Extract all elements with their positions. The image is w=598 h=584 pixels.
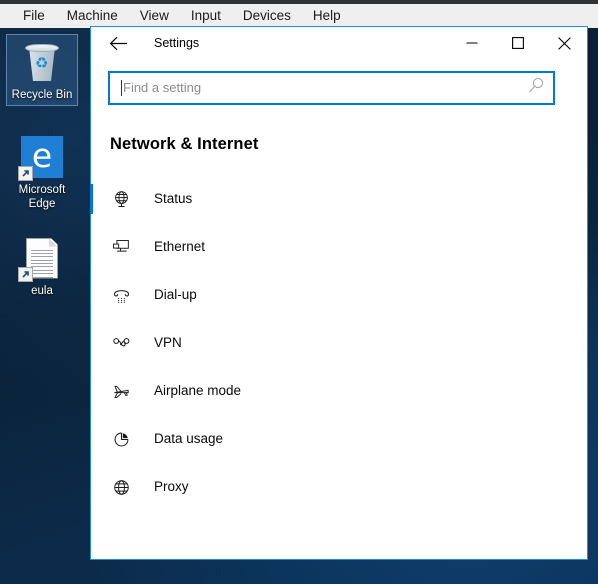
ethernet-icon	[110, 236, 132, 258]
nav-item-label: Dial-up	[154, 287, 197, 302]
back-arrow-icon[interactable]	[99, 27, 137, 59]
page-title: Settings	[154, 36, 200, 50]
nav-item-dial-up[interactable]: Dial-up	[91, 271, 587, 319]
vbox-menu-file[interactable]: File	[12, 5, 56, 27]
selection-indicator	[90, 184, 93, 214]
close-icon[interactable]	[541, 27, 587, 59]
nav-item-airplane-mode[interactable]: Airplane mode	[91, 367, 587, 415]
nav-item-data-usage[interactable]: Data usage	[91, 415, 587, 463]
microsoft-edge-icon: e	[18, 133, 66, 181]
shortcut-arrow-icon	[18, 267, 33, 282]
vbox-menu-devices[interactable]: Devices	[232, 5, 302, 27]
maximize-icon[interactable]	[495, 27, 541, 59]
vbox-menu-input[interactable]: Input	[180, 5, 232, 27]
desktop-icon-label: Recycle Bin	[11, 89, 73, 101]
globe-status-icon	[110, 188, 132, 210]
vbox-menu-machine[interactable]: Machine	[56, 5, 129, 27]
dial-up-icon	[110, 284, 132, 306]
minimize-icon[interactable]	[449, 27, 495, 59]
search-input[interactable]: Find a setting	[108, 71, 555, 105]
nav-item-label: Status	[154, 191, 193, 206]
window-controls	[449, 27, 587, 59]
selection-indicator	[90, 232, 93, 262]
nav-item-proxy[interactable]: Proxy	[91, 463, 587, 511]
nav-item-label: Airplane mode	[154, 383, 242, 398]
text-caret	[121, 80, 122, 96]
nav-item-label: VPN	[154, 335, 182, 350]
nav-item-label: Proxy	[154, 479, 189, 494]
search-placeholder: Find a setting	[123, 80, 202, 95]
selection-indicator	[90, 280, 93, 310]
nav-item-label: Ethernet	[154, 239, 206, 254]
desktop-icon-recycle-bin[interactable]: ♻ Recycle Bin	[6, 34, 78, 106]
airplane-icon	[110, 380, 132, 402]
vbox-menu-help[interactable]: Help	[302, 5, 352, 27]
desktop-icon-label: Microsoft Edge	[18, 184, 66, 210]
desktop-icon-microsoft-edge[interactable]: e Microsoft Edge	[6, 133, 78, 211]
search-row: Find a setting	[91, 59, 587, 105]
selection-indicator	[90, 424, 93, 454]
shortcut-arrow-icon	[18, 166, 33, 181]
desktop-icon-eula[interactable]: eula	[6, 234, 78, 299]
vbox-menu-bar: File Machine View Input Devices Help	[0, 4, 598, 28]
selection-indicator	[90, 376, 93, 406]
vpn-icon	[110, 332, 132, 354]
text-document-icon	[18, 234, 66, 282]
nav-item-label: Data usage	[154, 431, 224, 446]
selection-indicator	[90, 328, 93, 358]
recycle-bin-icon: ♻	[18, 38, 66, 86]
search-icon[interactable]	[528, 77, 545, 99]
nav-item-ethernet[interactable]: Ethernet	[91, 223, 587, 271]
globe-icon	[110, 476, 132, 498]
nav-item-status[interactable]: Status	[90, 175, 587, 223]
section-heading: Network & Internet	[110, 135, 259, 153]
nav-item-vpn[interactable]: VPN	[91, 319, 587, 367]
settings-nav-list: Status Ethernet Dial-up VPN Airplane mod…	[90, 175, 587, 511]
desktop-icon-label: eula	[31, 285, 53, 297]
settings-window[interactable]: Settings Find a setting Network & Intern…	[90, 26, 588, 560]
window-title-bar[interactable]: Settings	[91, 27, 587, 59]
vbox-menu-view[interactable]: View	[129, 5, 180, 27]
selection-indicator	[90, 472, 93, 502]
pie-chart-icon	[110, 428, 132, 450]
